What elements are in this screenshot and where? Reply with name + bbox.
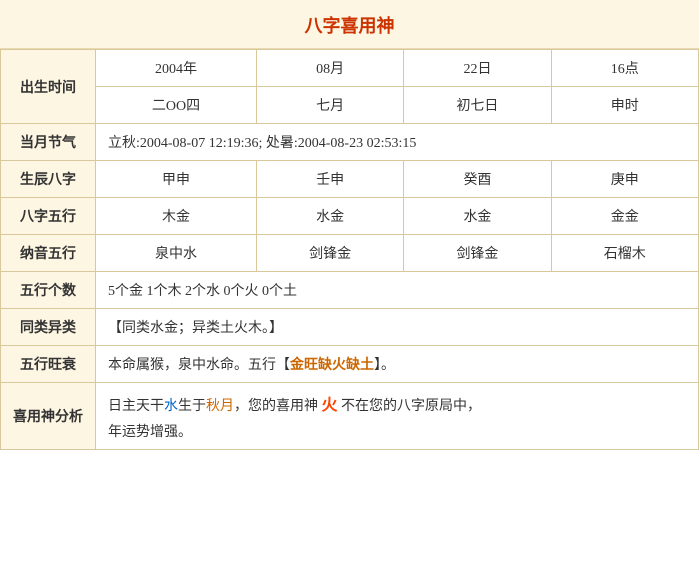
bazi-row: 生辰八字 甲申 壬申 癸酉 庚申 (1, 161, 699, 198)
wuxing-row: 八字五行 木金 水金 水金 金金 (1, 198, 699, 235)
wangai-row: 五行旺衰 本命属猴，泉中水命。五行【金旺缺火缺土】。 (1, 346, 699, 383)
tongyi-row: 同类异类 【同类水金；异类土火木。】 (1, 309, 699, 346)
title-area: 八字喜用神 (0, 0, 699, 49)
birthtime-day-cn: 初七日 (404, 87, 551, 124)
nayin-row: 纳音五行 泉中水 剑锋金 剑锋金 石榴木 (1, 235, 699, 272)
bazi-label: 生辰八字 (1, 161, 96, 198)
bazi-4: 庚申 (551, 161, 698, 198)
tongyi-text: 【同类水金；异类土火木。】 (108, 321, 283, 336)
bazi-1: 甲申 (96, 161, 257, 198)
wangai-label: 五行旺衰 (1, 346, 96, 383)
xiyong-fire: 火 (322, 397, 338, 414)
wuxing-2: 水金 (257, 198, 404, 235)
wangai-post: 】。 (374, 358, 395, 373)
xiyong-season: 秋月 (206, 399, 234, 414)
jieqi-row: 当月节气 立秋:2004-08-07 12:19:36; 处暑:2004-08-… (1, 124, 699, 161)
birthtime-year: 2004年 (96, 50, 257, 87)
nayin-2: 剑锋金 (257, 235, 404, 272)
main-table: 出生时间 2004年 08月 22日 16点 二OO四 七月 初七日 申时 当月… (0, 49, 699, 450)
birthtime-month: 08月 (257, 50, 404, 87)
wangai-value: 本命属猴，泉中水命。五行【金旺缺火缺土】。 (96, 346, 699, 383)
xiyong-pre: 日主天干 (108, 399, 164, 414)
xiyong-label: 喜用神分析 (1, 383, 96, 450)
nayin-4: 石榴木 (551, 235, 698, 272)
birthtime-year-cn: 二OO四 (96, 87, 257, 124)
count-label: 五行个数 (1, 272, 96, 309)
birthtime-label: 出生时间 (1, 50, 96, 124)
xiyong-mid1: 生于 (178, 399, 206, 414)
birthtime-month-cn: 七月 (257, 87, 404, 124)
wuxing-label: 八字五行 (1, 198, 96, 235)
wangai-pre: 本命属猴，泉中水命。五行【 (108, 358, 290, 373)
xiyong-mid2: ，您的喜用神 (234, 399, 322, 414)
birthtime-row1: 出生时间 2004年 08月 22日 16点 (1, 50, 699, 87)
page-container: 八字喜用神 出生时间 2004年 08月 22日 16点 二OO四 七月 初七日… (0, 0, 699, 450)
page-title: 八字喜用神 (305, 16, 395, 36)
wuxing-4: 金金 (551, 198, 698, 235)
wangai-highlight: 金旺缺火缺土 (290, 358, 374, 373)
xiyong-line1: 日主天干水生于秋月，您的喜用神 火 不在您的八字原局中， (108, 391, 686, 415)
tongyi-label: 同类异类 (1, 309, 96, 346)
nayin-label: 纳音五行 (1, 235, 96, 272)
wuxing-1: 木金 (96, 198, 257, 235)
birthtime-hour: 16点 (551, 50, 698, 87)
wuxing-3: 水金 (404, 198, 551, 235)
xiyong-line2: 年运势增强。 (108, 421, 686, 441)
xiyong-row: 喜用神分析 日主天干水生于秋月，您的喜用神 火 不在您的八字原局中， 年运势增强… (1, 383, 699, 450)
xiyong-line2-text: 年运势增强。 (108, 425, 192, 440)
birthtime-day: 22日 (404, 50, 551, 87)
tongyi-value: 【同类水金；异类土火木。】 (96, 309, 699, 346)
count-row: 五行个数 5个金 1个木 2个水 0个火 0个土 (1, 272, 699, 309)
birthtime-row2: 二OO四 七月 初七日 申时 (1, 87, 699, 124)
birthtime-hour-cn: 申时 (551, 87, 698, 124)
bazi-2: 壬申 (257, 161, 404, 198)
count-value: 5个金 1个木 2个水 0个火 0个土 (96, 272, 699, 309)
xiyong-water: 水 (164, 399, 178, 414)
xiyong-post: 不在您的八字原局中， (338, 399, 482, 414)
nayin-1: 泉中水 (96, 235, 257, 272)
bazi-3: 癸酉 (404, 161, 551, 198)
jieqi-label: 当月节气 (1, 124, 96, 161)
xiyong-value: 日主天干水生于秋月，您的喜用神 火 不在您的八字原局中， 年运势增强。 (96, 383, 699, 450)
jieqi-value: 立秋:2004-08-07 12:19:36; 处暑:2004-08-23 02… (96, 124, 699, 161)
nayin-3: 剑锋金 (404, 235, 551, 272)
